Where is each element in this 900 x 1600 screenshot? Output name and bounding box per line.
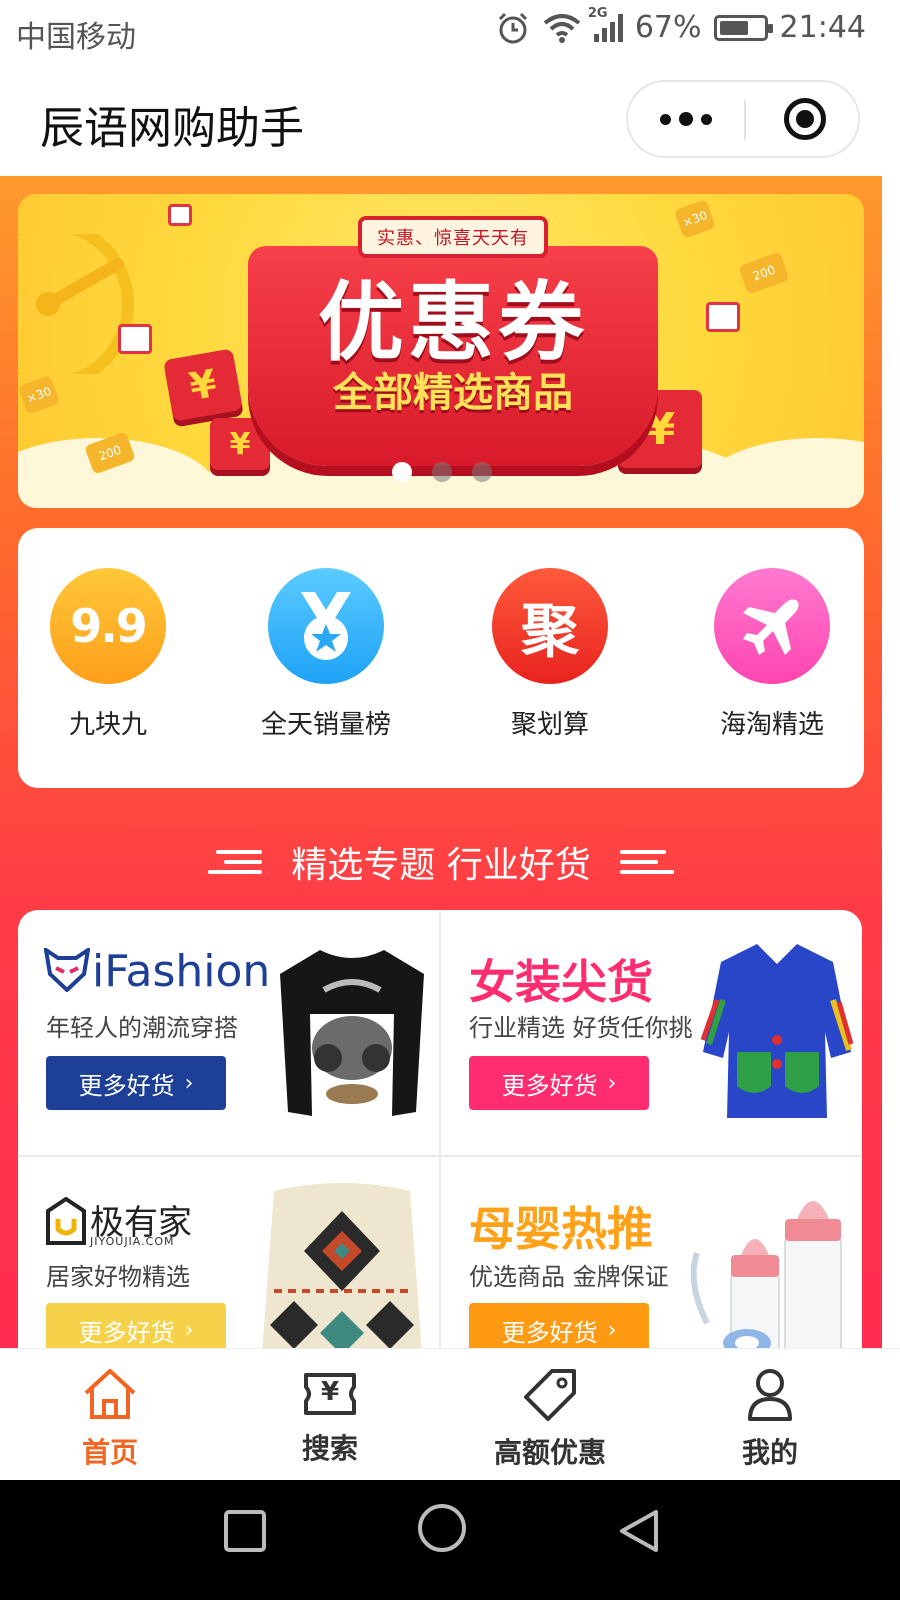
more-options-button[interactable] bbox=[628, 82, 744, 156]
category-daily-sales-rank[interactable]: 全天销量榜 bbox=[236, 568, 416, 741]
clock: 21:44 bbox=[779, 10, 866, 45]
home-content[interactable]: ¥ ¥ ¥ 200 200 ×30 ×30 200 实惠、惊喜天天有 优惠券 全… bbox=[0, 176, 882, 1348]
tab-label: 我的 bbox=[741, 1436, 798, 1469]
carrier-name: 中国移动 bbox=[16, 20, 136, 55]
tab-label: 高额优惠 bbox=[493, 1436, 606, 1469]
juhuasuan-icon: 聚 bbox=[492, 568, 608, 684]
battery-percent: 67% bbox=[634, 10, 702, 45]
coupon-coin-decoration: ×30 bbox=[673, 199, 717, 239]
coupon-banner-carousel[interactable]: ¥ ¥ ¥ 200 200 ×30 ×30 200 实惠、惊喜天天有 优惠券 全… bbox=[18, 194, 864, 508]
coupon-ticket-icon: ¥ bbox=[300, 1367, 360, 1421]
category-overseas-picks[interactable]: 海淘精选 bbox=[682, 568, 862, 741]
category-juhuasuan[interactable]: 聚 聚划算 bbox=[460, 568, 640, 741]
carousel-dot[interactable] bbox=[392, 462, 412, 482]
topic-mother-baby[interactable]: 母婴热推 优选商品 金牌保证 更多好货 › bbox=[441, 1157, 862, 1348]
yen-symbol: ¥ bbox=[320, 1377, 340, 1407]
tab-home[interactable]: 首页 bbox=[10, 1367, 210, 1471]
medal-icon bbox=[268, 568, 384, 684]
recent-apps-button[interactable] bbox=[222, 1508, 268, 1554]
home-nav-button[interactable] bbox=[416, 1502, 468, 1554]
topic-womens-wear[interactable]: 女装尖货 行业精选 好货任你挑 更多好货 › bbox=[441, 910, 862, 1155]
jiyoujia-logo-icon bbox=[46, 1197, 86, 1245]
battery-icon bbox=[713, 14, 773, 41]
capsule-divider bbox=[744, 100, 746, 140]
back-nav-button[interactable] bbox=[616, 1508, 662, 1554]
baby-bottles-product-image bbox=[690, 1201, 842, 1348]
chevron-right-icon: › bbox=[607, 1070, 617, 1096]
topic-title: 女装尖货 bbox=[469, 955, 653, 1009]
chevron-right-icon: › bbox=[184, 1070, 194, 1096]
price-tag-icon bbox=[524, 1369, 576, 1421]
banner-subline: 全部精选商品 bbox=[333, 370, 573, 416]
mini-program-title-bar: 辰语网购助手 bbox=[0, 62, 900, 176]
topic-brand-domain: JIYOUJIA.COM bbox=[90, 1235, 175, 1248]
carousel-indicator bbox=[392, 462, 492, 482]
tab-big-discounts[interactable]: 高额优惠 bbox=[450, 1367, 650, 1471]
section-title: 精选专题 行业好货 bbox=[291, 845, 591, 886]
carousel-dot[interactable] bbox=[432, 462, 452, 482]
topic-description: 居家好物精选 bbox=[46, 1263, 190, 1291]
network-type: 2G bbox=[587, 5, 608, 21]
bottom-tab-bar: 首页 ¥ 搜索 高额优惠 我的 bbox=[0, 1348, 900, 1480]
nine-nine-icon: 9.9 bbox=[50, 568, 166, 684]
banner-headline: 优惠券 bbox=[318, 273, 588, 373]
gift-box-decoration bbox=[118, 324, 152, 354]
tab-label: 首页 bbox=[81, 1436, 138, 1469]
chevron-right-icon: › bbox=[184, 1317, 194, 1343]
more-goods-button[interactable]: 更多好货 › bbox=[469, 1056, 649, 1110]
scrollbar-track[interactable] bbox=[882, 176, 900, 1348]
system-navigation-bar bbox=[0, 1480, 900, 1600]
tab-search[interactable]: ¥ 搜索 bbox=[230, 1367, 430, 1467]
user-icon bbox=[748, 1369, 792, 1421]
status-bar: 中国移动 2G 67% 21:44 bbox=[0, 0, 900, 62]
gift-box-decoration bbox=[168, 204, 192, 226]
gift-box-decoration bbox=[706, 302, 740, 332]
topic-description: 年轻人的潮流穿搭 bbox=[46, 1014, 238, 1042]
category-nine-nine[interactable]: 9.9 九块九 bbox=[18, 568, 198, 741]
capsule-menu bbox=[626, 80, 860, 158]
topic-title: 母婴热推 bbox=[469, 1202, 653, 1256]
category-label: 海淘精选 bbox=[719, 710, 824, 740]
category-label: 全天销量榜 bbox=[260, 710, 391, 740]
blanket-product-image bbox=[262, 1183, 422, 1348]
blue-coat-product-image bbox=[700, 944, 854, 1118]
tab-label: 搜索 bbox=[301, 1432, 358, 1465]
section-header: 精选专题 行业好货 bbox=[0, 836, 882, 888]
decorative-lines-right bbox=[620, 848, 675, 876]
chevron-right-icon: › bbox=[607, 1317, 617, 1343]
airplane-icon bbox=[714, 568, 830, 684]
wifi-icon bbox=[543, 13, 581, 43]
topic-jiyoujia[interactable]: 极有家 JIYOUJIA.COM 居家好物精选 更多好货 › bbox=[18, 1157, 439, 1348]
category-label: 聚划算 bbox=[510, 710, 589, 740]
alarm-icon bbox=[498, 12, 527, 43]
more-goods-button[interactable]: 更多好货 › bbox=[469, 1303, 649, 1348]
close-mini-program-button[interactable] bbox=[784, 98, 826, 140]
yen-box-decoration: ¥ bbox=[163, 348, 243, 422]
fox-logo-icon bbox=[44, 948, 90, 992]
topic-description: 优选商品 金牌保证 bbox=[469, 1263, 669, 1291]
signal-icon: 2G bbox=[588, 6, 623, 42]
category-label: 九块九 bbox=[68, 710, 147, 740]
more-goods-button[interactable]: 更多好货 › bbox=[46, 1303, 226, 1348]
topic-brand: iFashion bbox=[92, 946, 271, 997]
tab-mine[interactable]: 我的 bbox=[670, 1367, 870, 1471]
decorative-lines-left bbox=[207, 848, 262, 876]
status-icons: 2G 67% 21:44 bbox=[496, 6, 866, 45]
topic-grid: iFashion 年轻人的潮流穿搭 更多好货 › 女装尖货 行业精选 好货任你挑 … bbox=[18, 910, 862, 1348]
home-icon bbox=[84, 1369, 136, 1419]
more-goods-button[interactable]: 更多好货 › bbox=[46, 1056, 226, 1110]
category-shortcuts: 9.9 九块九 全天销量榜 聚 聚划算 海淘精选 bbox=[18, 528, 864, 788]
topic-ifashion[interactable]: iFashion 年轻人的潮流穿搭 更多好货 › bbox=[18, 910, 439, 1155]
cloud-decoration bbox=[698, 438, 864, 508]
tshirt-product-image bbox=[280, 950, 424, 1116]
page-title: 辰语网购助手 bbox=[40, 103, 304, 154]
coupon-coin-decoration: 200 bbox=[738, 251, 790, 295]
coupon-coin-decoration: ×30 bbox=[18, 375, 61, 415]
topic-description: 行业精选 好货任你挑 bbox=[469, 1014, 693, 1042]
carousel-dot[interactable] bbox=[472, 462, 492, 482]
